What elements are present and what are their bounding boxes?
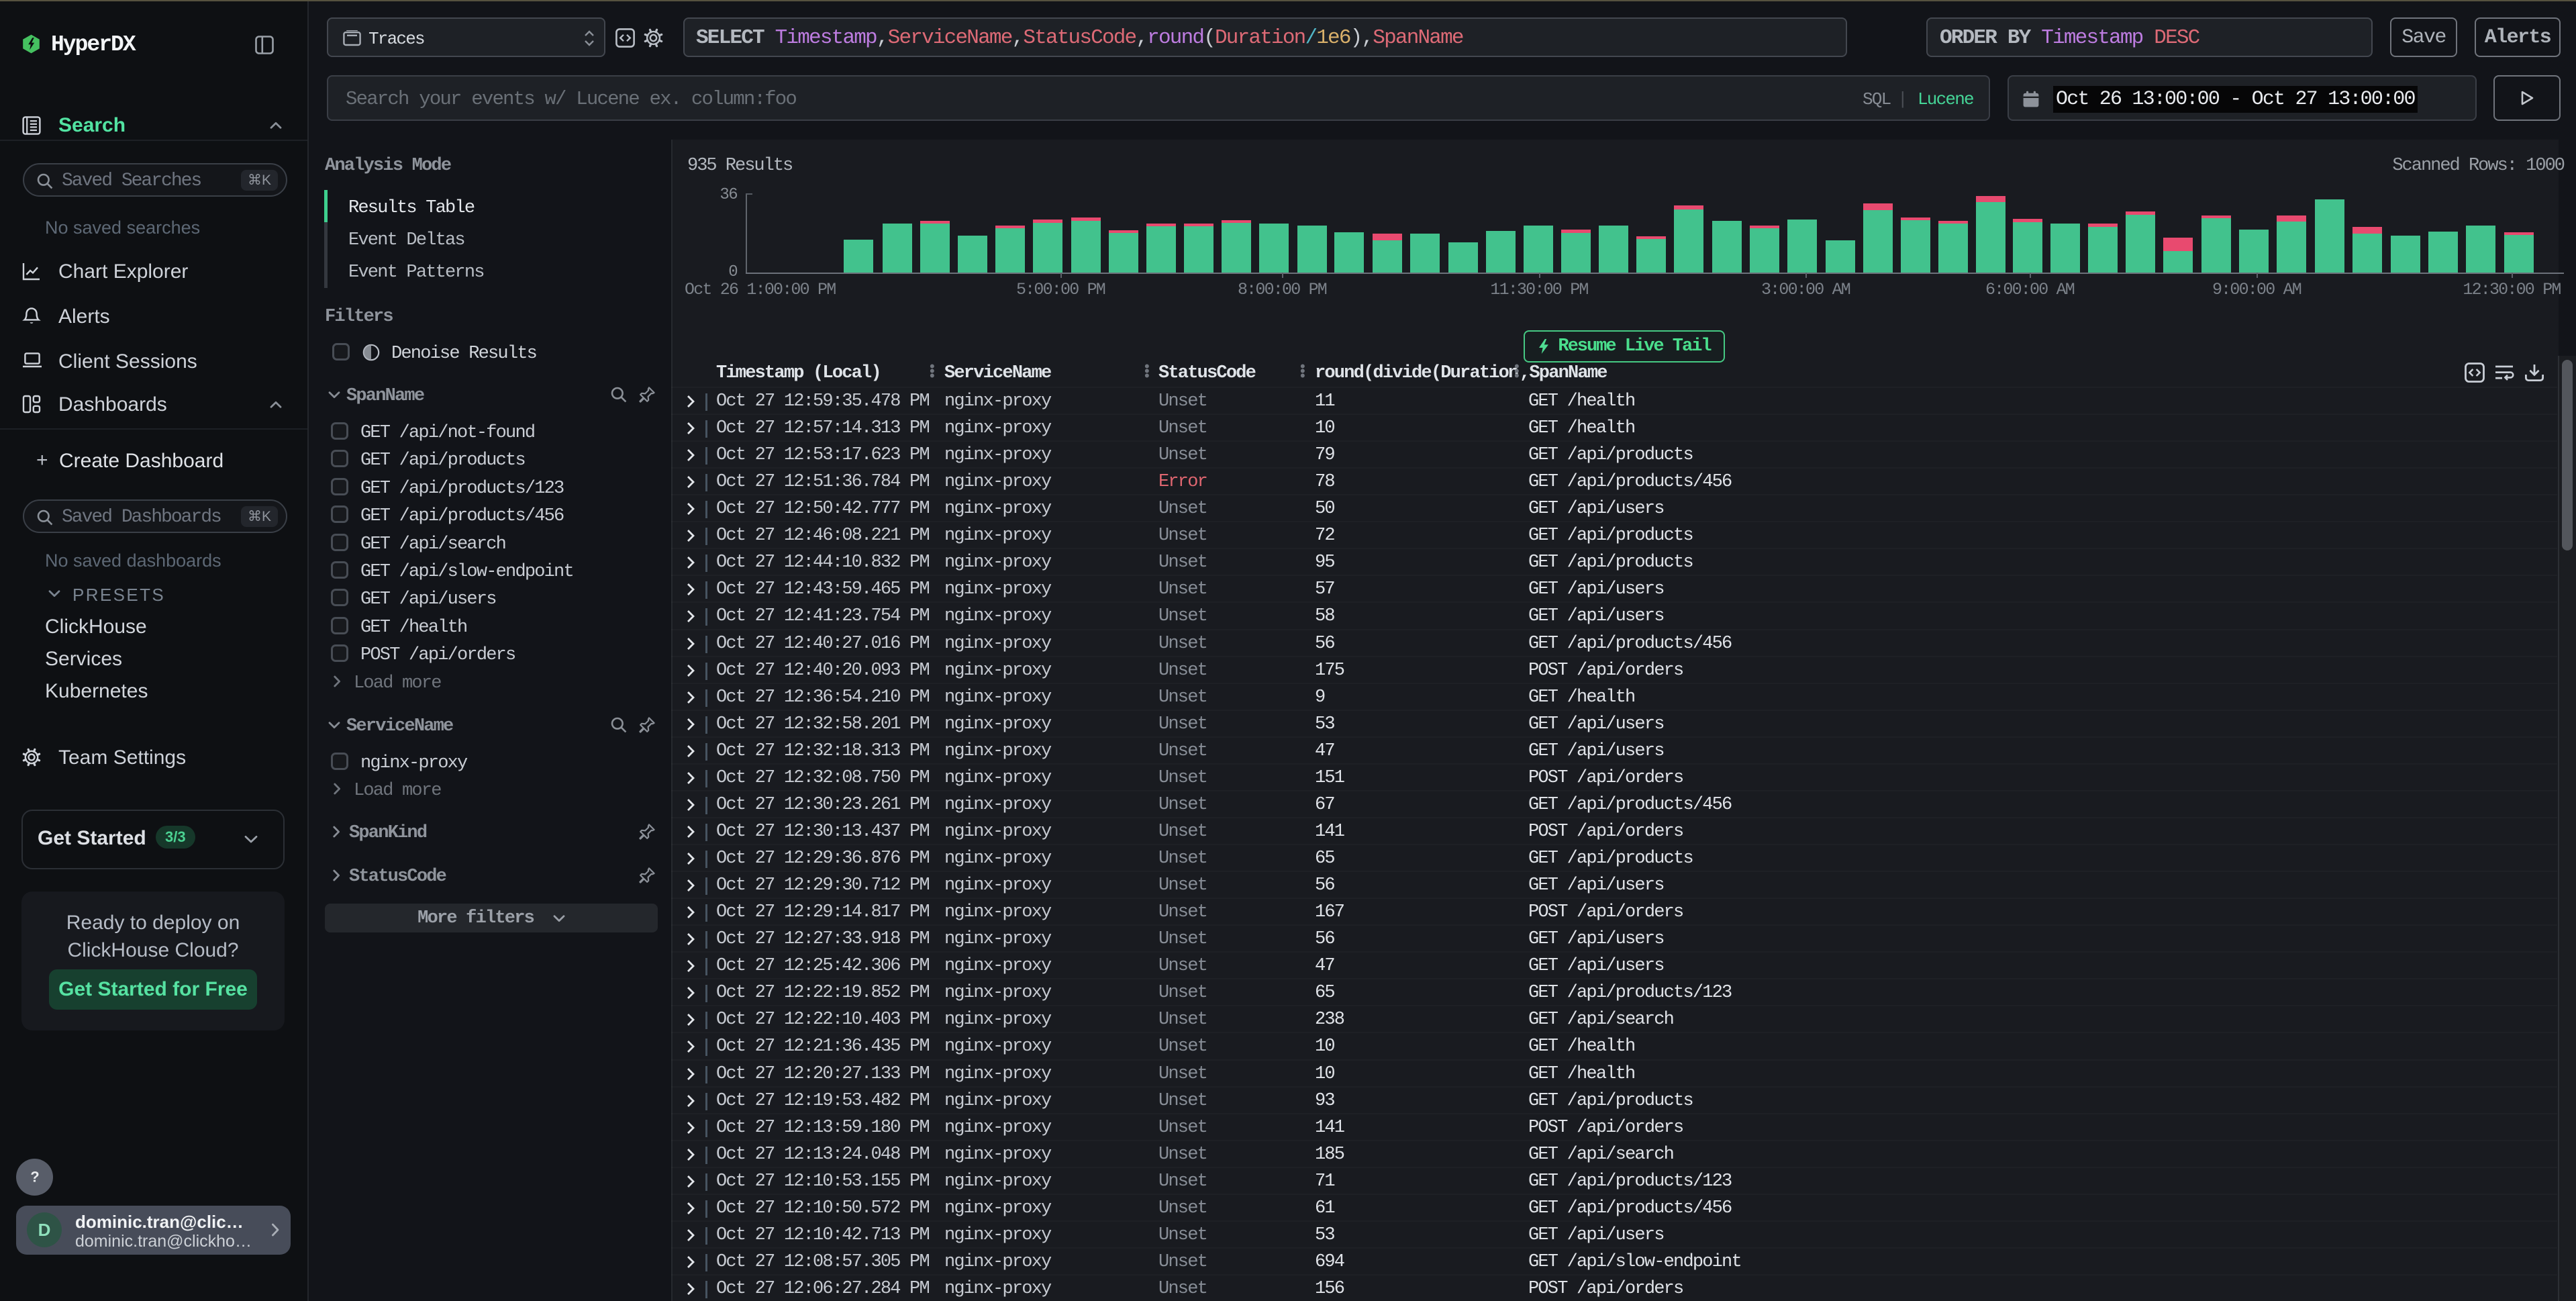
svg-text:?: ? xyxy=(30,1169,39,1186)
